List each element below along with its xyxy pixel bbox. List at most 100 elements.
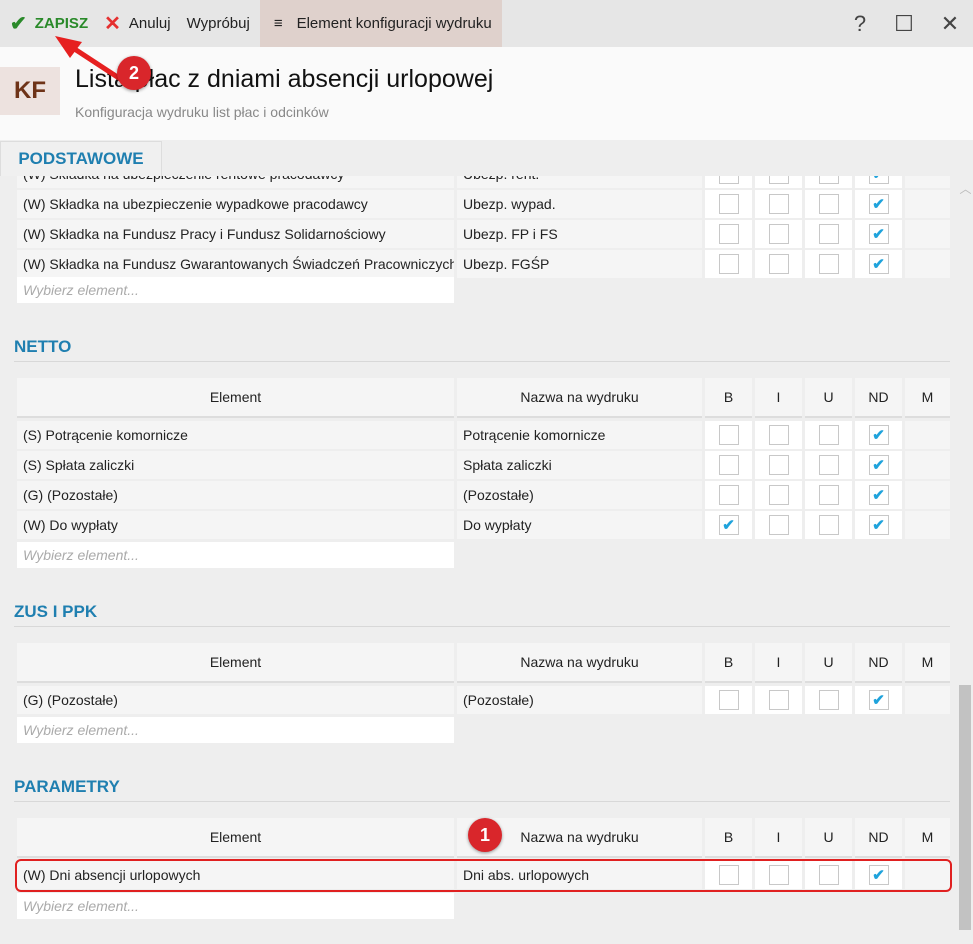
i-checkbox[interactable] (768, 455, 789, 475)
column-header-i[interactable]: I (755, 643, 802, 683)
nd-checkbox[interactable]: ✔ (868, 194, 889, 214)
column-header-u[interactable]: U (805, 378, 852, 418)
b-checkbox[interactable] (718, 194, 739, 214)
print-name-cell[interactable]: (Pozostałe) (457, 686, 702, 714)
i-cell (755, 250, 802, 278)
element-cell[interactable]: (G) (Pozostałe) (17, 686, 454, 714)
table-row[interactable]: (W) Do wypłaty Do wypłaty ✔ ✔ (17, 511, 953, 539)
i-checkbox[interactable] (768, 515, 789, 535)
column-header-nd[interactable]: ND (855, 378, 902, 418)
i-checkbox[interactable] (768, 425, 789, 445)
column-header-b[interactable]: B (705, 378, 752, 418)
i-checkbox[interactable] (768, 224, 789, 244)
print-name-cell[interactable]: Ubezp. FGŚP (457, 250, 702, 278)
nd-checkbox[interactable]: ✔ (868, 254, 889, 274)
select-element-input[interactable]: Wybierz element... (17, 893, 454, 919)
nd-checkbox[interactable]: ✔ (868, 176, 889, 184)
table-row[interactable]: (G) (Pozostałe) (Pozostałe) ✔ (17, 686, 953, 714)
u-checkbox[interactable] (818, 515, 839, 535)
print-name-cell[interactable]: Ubezp. FP i FS (457, 220, 702, 248)
i-checkbox[interactable] (768, 176, 789, 184)
table-row[interactable]: (S) Potrącenie komornicze Potrącenie komo… (17, 421, 953, 449)
element-cell[interactable]: (S) Spłata zaliczki (17, 451, 454, 479)
close-button[interactable]: ✕ (930, 0, 970, 47)
table-row[interactable]: (G) (Pozostałe) (Pozostałe) ✔ (17, 481, 953, 509)
column-header-m[interactable]: M (905, 643, 950, 683)
column-header-b[interactable]: B (705, 643, 752, 683)
checkmark-icon: ✔ (872, 196, 885, 213)
element-cell[interactable]: (W) Do wypłaty (17, 511, 454, 539)
column-header-m[interactable]: M (905, 818, 950, 858)
print-name-cell[interactable]: Spłata zaliczki (457, 451, 702, 479)
scroll-up-icon[interactable]: ︿ (958, 180, 973, 197)
element-cell[interactable]: (W) Składka na Fundusz Gwarantowanych Św… (17, 250, 454, 278)
b-checkbox[interactable] (718, 455, 739, 475)
print-name-cell[interactable]: Potrącenie komornicze (457, 421, 702, 449)
select-element-input[interactable]: Wybierz element... (17, 277, 454, 303)
select-element-input[interactable]: Wybierz element... (17, 542, 454, 568)
print-name-cell[interactable]: Ubezp. wypad. (457, 190, 702, 218)
b-cell (705, 176, 752, 188)
i-checkbox[interactable] (768, 194, 789, 214)
table-row[interactable]: (W) Składka na Fundusz Pracy i Fundusz S… (17, 220, 953, 248)
column-header-nd[interactable]: ND (855, 818, 902, 858)
column-header-u[interactable]: U (805, 643, 852, 683)
u-checkbox[interactable] (818, 176, 839, 184)
print-name-cell[interactable]: Do wypłaty (457, 511, 702, 539)
nd-checkbox[interactable]: ✔ (868, 455, 889, 475)
i-checkbox[interactable] (768, 690, 789, 710)
column-header-i[interactable]: I (755, 378, 802, 418)
checkmark-icon: ✔ (872, 226, 885, 243)
u-checkbox[interactable] (818, 690, 839, 710)
u-checkbox[interactable] (818, 254, 839, 274)
table-row[interactable]: (W) Składka na ubezpieczenie rentowe pra… (17, 176, 953, 188)
table-row[interactable]: (W) Składka na ubezpieczenie wypadkowe p… (17, 190, 953, 218)
column-header-u[interactable]: U (805, 818, 852, 858)
column-header-element[interactable]: Element (17, 818, 454, 858)
b-checkbox[interactable] (718, 485, 739, 505)
print-name-cell[interactable]: (Pozostałe) (457, 481, 702, 509)
column-header-nd[interactable]: ND (855, 643, 902, 683)
nd-checkbox[interactable]: ✔ (868, 515, 889, 535)
b-checkbox[interactable] (718, 224, 739, 244)
u-checkbox[interactable] (818, 485, 839, 505)
element-cell[interactable]: (W) Składka na Fundusz Pracy i Fundusz S… (17, 220, 454, 248)
i-checkbox[interactable] (768, 485, 789, 505)
select-element-input[interactable]: Wybierz element... (17, 717, 454, 743)
column-header-element[interactable]: Element (17, 643, 454, 683)
nd-cell: ✔ (855, 250, 902, 278)
u-checkbox[interactable] (818, 425, 839, 445)
nd-checkbox[interactable]: ✔ (868, 224, 889, 244)
column-header-b[interactable]: B (705, 818, 752, 858)
table-row[interactable]: (S) Spłata zaliczki Spłata zaliczki ✔ (17, 451, 953, 479)
i-checkbox[interactable] (768, 254, 789, 274)
u-checkbox[interactable] (818, 194, 839, 214)
maximize-button[interactable]: ☐ (884, 0, 924, 47)
tab-podstawowe[interactable]: PODSTAWOWE (0, 141, 162, 176)
element-cell[interactable]: (W) Składka na ubezpieczenie rentowe pra… (17, 176, 454, 188)
print-name-cell[interactable]: Ubezp. rent. (457, 176, 702, 188)
u-checkbox[interactable] (818, 224, 839, 244)
section-divider (14, 361, 950, 362)
b-checkbox[interactable] (718, 425, 739, 445)
element-menu-button[interactable]: ≡ Element konfiguracji wydruku (259, 0, 502, 47)
nd-checkbox[interactable]: ✔ (868, 485, 889, 505)
u-checkbox[interactable] (818, 455, 839, 475)
b-checkbox[interactable] (718, 176, 739, 184)
nd-checkbox[interactable]: ✔ (868, 425, 889, 445)
column-header-element[interactable]: Element (17, 378, 454, 418)
column-header-m[interactable]: M (905, 378, 950, 418)
column-header-name[interactable]: Nazwa na wydruku (457, 643, 702, 683)
table-row[interactable]: (W) Składka na Fundusz Gwarantowanych Św… (17, 250, 953, 278)
scrollbar-thumb[interactable] (959, 685, 971, 930)
b-checkbox[interactable] (718, 690, 739, 710)
b-checkbox[interactable]: ✔ (718, 515, 739, 535)
element-cell[interactable]: (S) Potrącenie komornicze (17, 421, 454, 449)
b-checkbox[interactable] (718, 254, 739, 274)
nd-checkbox[interactable]: ✔ (868, 690, 889, 710)
help-button[interactable]: ? (840, 0, 880, 47)
element-cell[interactable]: (W) Składka na ubezpieczenie wypadkowe p… (17, 190, 454, 218)
column-header-i[interactable]: I (755, 818, 802, 858)
column-header-name[interactable]: Nazwa na wydruku (457, 378, 702, 418)
element-cell[interactable]: (G) (Pozostałe) (17, 481, 454, 509)
